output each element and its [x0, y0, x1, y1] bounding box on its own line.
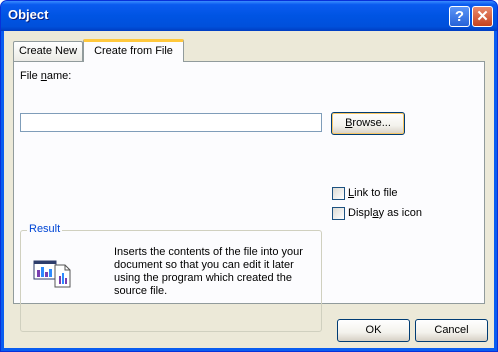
display-as-icon-label[interactable]: Display as icon: [348, 207, 422, 219]
file-name-label: File name:: [20, 70, 72, 82]
object-dialog: Object ? ✕ Create New Create from File F…: [0, 0, 498, 352]
close-icon: ✕: [476, 8, 489, 25]
result-group: Result Inserts the contents of the file …: [20, 223, 322, 332]
browse-button[interactable]: Browse...: [331, 112, 405, 135]
result-description: Inserts the contents of the file into yo…: [114, 246, 303, 297]
embed-file-icon: [33, 260, 71, 288]
link-to-file-label[interactable]: Link to file: [348, 187, 398, 199]
dialog-body: Create New Create from File File name: B…: [4, 31, 494, 348]
display-as-icon-checkbox[interactable]: [332, 207, 345, 220]
link-to-file-checkbox[interactable]: [332, 187, 345, 200]
cancel-button[interactable]: Cancel: [415, 319, 488, 342]
window-title: Object: [8, 7, 49, 22]
file-name-input[interactable]: [20, 113, 322, 132]
tab-create-new[interactable]: Create New: [13, 41, 83, 61]
help-icon: ?: [454, 8, 465, 25]
close-button[interactable]: ✕: [472, 6, 493, 27]
tab-panel-create-from-file: File name: Browse... Link to file Displa…: [13, 61, 485, 332]
ok-button[interactable]: OK: [337, 319, 410, 342]
title-bar[interactable]: Object ? ✕: [1, 1, 497, 31]
tab-create-from-file[interactable]: Create from File: [83, 39, 184, 62]
help-button[interactable]: ?: [449, 6, 470, 27]
result-legend: Result: [27, 223, 63, 235]
